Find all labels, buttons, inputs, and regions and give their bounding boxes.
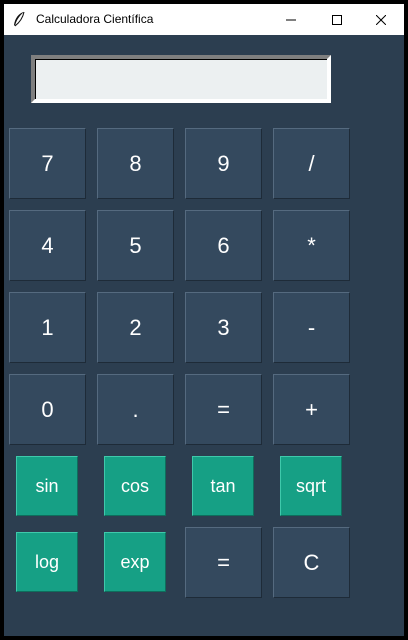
key-add[interactable]: + — [273, 374, 350, 445]
key-equals[interactable]: = — [185, 374, 262, 445]
key-3[interactable]: 3 — [185, 292, 262, 363]
key-4[interactable]: 4 — [9, 210, 86, 281]
feather-icon — [12, 11, 26, 27]
key-exp[interactable]: exp — [104, 532, 166, 592]
title-bar[interactable]: Calculadora Científica — [4, 4, 404, 35]
key-cos[interactable]: cos — [104, 456, 166, 516]
key-0[interactable]: 0 — [9, 374, 86, 445]
window-title: Calculadora Científica — [36, 12, 154, 26]
key-subtract[interactable]: - — [273, 292, 350, 363]
app-window: Calculadora Científica 7 8 9 / 4 5 6 * 1… — [0, 0, 408, 640]
display-entry[interactable] — [31, 55, 331, 103]
close-icon — [376, 14, 386, 25]
key-clear[interactable]: C — [273, 527, 350, 598]
key-9[interactable]: 9 — [185, 128, 262, 199]
key-1[interactable]: 1 — [9, 292, 86, 363]
key-5[interactable]: 5 — [97, 210, 174, 281]
maximize-icon — [332, 14, 342, 25]
key-divide[interactable]: / — [273, 128, 350, 199]
close-button[interactable] — [358, 4, 404, 35]
minimize-icon — [286, 15, 296, 25]
key-equals-secondary[interactable]: = — [185, 527, 262, 598]
key-log[interactable]: log — [16, 532, 78, 592]
key-tan[interactable]: tan — [192, 456, 254, 516]
key-8[interactable]: 8 — [97, 128, 174, 199]
key-sin[interactable]: sin — [16, 456, 78, 516]
calculator-body: 7 8 9 / 4 5 6 * 1 2 3 - 0 . = + sin cos … — [4, 35, 404, 636]
minimize-button[interactable] — [268, 4, 314, 35]
key-multiply[interactable]: * — [273, 210, 350, 281]
key-2[interactable]: 2 — [97, 292, 174, 363]
maximize-button[interactable] — [314, 4, 360, 35]
key-6[interactable]: 6 — [185, 210, 262, 281]
key-7[interactable]: 7 — [9, 128, 86, 199]
key-sqrt[interactable]: sqrt — [280, 456, 342, 516]
key-decimal[interactable]: . — [97, 374, 174, 445]
